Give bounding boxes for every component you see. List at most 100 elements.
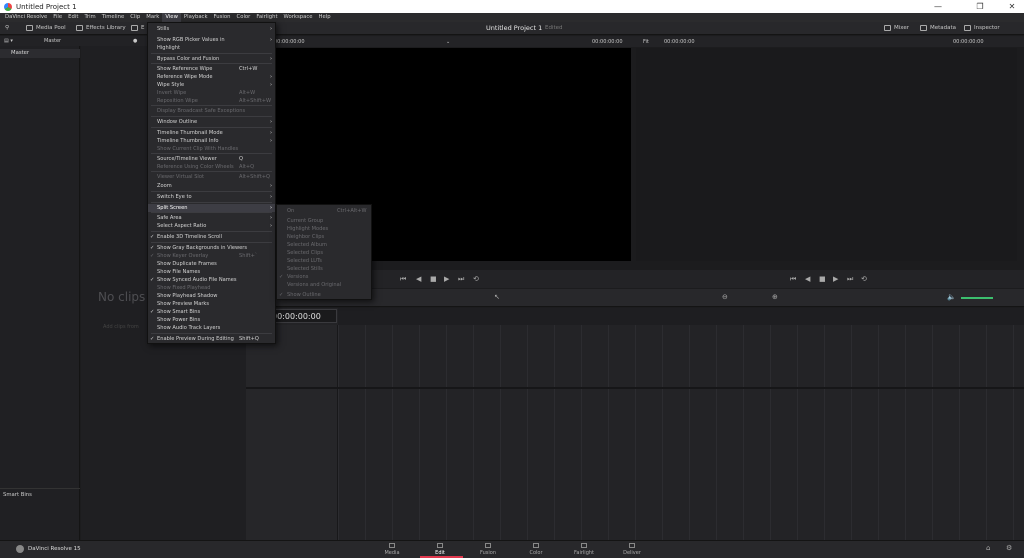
view-menu-item-timeline-thumbnail-mode[interactable]: Timeline Thumbnail Mode › (148, 129, 275, 137)
mixer-button[interactable]: Mixer (884, 22, 909, 35)
media-pool-button[interactable]: Media Pool (26, 22, 66, 35)
audio-volume-icon[interactable]: 🔈 (947, 293, 956, 301)
inspector-button[interactable]: Inspector (964, 22, 1000, 35)
view-menu-item-timeline-thumbnail-info[interactable]: Timeline Thumbnail Info › (148, 137, 275, 145)
menu-mark[interactable]: Mark (143, 13, 162, 22)
view-menu-item-show-power-bins[interactable]: Show Power Bins (148, 316, 275, 324)
view-menu-item-bypass-color-and-fusion[interactable]: Bypass Color and Fusion › (148, 55, 275, 63)
view-menu-item-switch-eye-to[interactable]: Switch Eye to › (148, 193, 275, 201)
bin-master[interactable]: Master (0, 49, 80, 58)
timeline-viewer[interactable] (636, 48, 1017, 261)
menu-timeline[interactable]: Timeline (99, 13, 128, 22)
view-menu-item-split-screen[interactable]: Split Screen › (148, 204, 275, 212)
view-menu-item-show-audio-track-layers[interactable]: Show Audio Track Layers (148, 324, 275, 332)
view-menu-item-reference-wipe-mode[interactable]: Reference Wipe Mode › (148, 73, 275, 81)
menu-view[interactable]: View (162, 13, 181, 22)
menu-clip[interactable]: Clip (127, 13, 143, 22)
menu-edit[interactable]: Edit (65, 13, 81, 22)
view-menu-item-safe-area[interactable]: Safe Area › (148, 214, 275, 222)
menu-item-label: Show Audio Track Layers (157, 325, 221, 331)
home-icon[interactable]: ⌂ (986, 544, 990, 552)
view-menu-item-show-rgb-picker-values-in[interactable]: Show RGB Picker Values in › (148, 36, 275, 44)
menu-davinci[interactable]: DaVinci Resolve (2, 13, 50, 22)
tl-skip-forward-icon[interactable]: ⏭ (847, 275, 853, 284)
view-menu-item-enable-preview-during-editing[interactable]: ✓ Enable Preview During Editing Shift+Q (148, 335, 275, 343)
tl-loop-icon[interactable]: ⟲ (861, 275, 867, 283)
zoom-out-icon[interactable]: ⊖ (722, 293, 728, 301)
view-menu-item-select-aspect-ratio[interactable]: Select Aspect Ratio › (148, 222, 275, 230)
menu-fairlight[interactable]: Fairlight (253, 13, 280, 22)
view-menu-item-show-preview-marks[interactable]: Show Preview Marks (148, 300, 275, 308)
menu-file[interactable]: File (50, 13, 65, 22)
view-menu-item-source-timeline-viewer[interactable]: Source/Timeline Viewer Q (148, 155, 275, 163)
play-reverse-icon[interactable]: ◀ (416, 275, 421, 283)
view-menu-item-highlight[interactable]: Highlight (148, 44, 275, 52)
zoom-in-icon[interactable]: ⊕ (772, 293, 778, 301)
minimize-button[interactable]: — (926, 0, 950, 13)
menu-item-label: Safe Area (157, 215, 182, 221)
page-media[interactable]: Media (372, 543, 412, 556)
tl-play-icon[interactable]: ▶ (833, 275, 838, 283)
metadata-button[interactable]: Metadata (920, 22, 956, 35)
video-audio-divider[interactable] (246, 387, 1024, 389)
page-fairlight[interactable]: Fairlight (564, 543, 604, 556)
menu-workspace[interactable]: Workspace (281, 13, 316, 22)
edit-index-button[interactable]: E (131, 22, 144, 35)
view-menu-item-show-duplicate-frames[interactable]: Show Duplicate Frames (148, 260, 275, 268)
view-menu-item-show-smart-bins[interactable]: ✓ Show Smart Bins (148, 308, 275, 316)
settings-gear-icon[interactable]: ⚙ (1006, 544, 1012, 552)
submenu-arrow-icon: › (269, 194, 272, 200)
smart-bins-header[interactable]: Smart Bins (0, 488, 80, 498)
play-icon[interactable]: ▶ (444, 275, 449, 283)
menu-fusion[interactable]: Fusion (211, 13, 234, 22)
timeline-tracks[interactable] (338, 325, 1024, 540)
timeline-ruler[interactable] (338, 308, 1024, 325)
loop-icon[interactable]: ⟲ (473, 275, 479, 283)
menu-item-label: Timeline Thumbnail Info (157, 138, 219, 144)
list-view-icon[interactable]: ▤ ▾ (4, 36, 13, 46)
view-menu-item-zoom[interactable]: Zoom › (148, 182, 275, 190)
menu-item-label: Timeline Thumbnail Mode (157, 130, 223, 136)
view-menu-item-enable-3d-timeline-scroll[interactable]: ✓ Enable 3D Timeline Scroll (148, 233, 275, 241)
submenu-arrow-icon: › (269, 130, 272, 136)
skip-forward-icon[interactable]: ⏭ (458, 275, 464, 284)
view-menu-item-show-reference-wipe[interactable]: Show Reference Wipe Ctrl+W (148, 65, 275, 73)
menu-trim[interactable]: Trim (81, 13, 98, 22)
close-button[interactable]: ✕ (1000, 0, 1024, 13)
view-menu-item-stills[interactable]: Stills › (148, 25, 275, 33)
resolve-logo-icon (16, 544, 24, 553)
view-menu-item-show-playhead-shadow[interactable]: Show Playhead Shadow (148, 292, 275, 300)
view-menu-item-show-file-names[interactable]: Show File Names (148, 268, 275, 276)
menu-color[interactable]: Color (234, 13, 254, 22)
split-menu-item-on: On Ctrl+Alt+W (277, 207, 371, 215)
menu-item-label: Show Duplicate Frames (157, 261, 217, 267)
panel-toggle-icon[interactable]: ⚲ (5, 22, 9, 35)
tl-skip-back-icon[interactable]: ⏮ (790, 275, 796, 284)
page-fusion[interactable]: Fusion (468, 543, 508, 556)
menu-item-shortcut: Q (239, 156, 244, 162)
skip-back-icon[interactable]: ⏮ (400, 275, 406, 284)
tl-stop-icon[interactable]: ■ (819, 275, 826, 283)
page-deliver[interactable]: Deliver (612, 543, 652, 556)
edit-page-icon (437, 543, 443, 548)
fit-dropdown[interactable]: Fit (643, 39, 649, 45)
tl-play-reverse-icon[interactable]: ◀ (805, 275, 810, 283)
view-menu-item-show-synced-audio-file-names[interactable]: ✓ Show Synced Audio File Names (148, 276, 275, 284)
menu-item-label: Window Outline (157, 119, 198, 125)
menu-playback[interactable]: Playback (181, 13, 211, 22)
menu-help[interactable]: Help (316, 13, 334, 22)
view-menu-item-show-gray-backgrounds-in-viewers[interactable]: ✓ Show Gray Backgrounds in Viewers (148, 244, 275, 252)
thumb-size-slider[interactable]: ● (133, 36, 137, 46)
page-edit[interactable]: Edit (420, 543, 460, 556)
page-color[interactable]: Color (516, 543, 556, 556)
volume-slider[interactable] (961, 297, 993, 299)
effects-library-button[interactable]: Effects Library (76, 22, 126, 35)
chevron-down-icon[interactable]: ⌄ (446, 39, 450, 45)
stop-icon[interactable]: ■ (430, 275, 437, 283)
view-menu-item-wipe-style[interactable]: Wipe Style › (148, 81, 275, 89)
view-menu-item-window-outline[interactable]: Window Outline › (148, 118, 275, 126)
maximize-button[interactable]: ❐ (968, 0, 992, 13)
menu-item-label: Neighbor Clips (287, 234, 325, 240)
media-page-icon (389, 543, 395, 548)
selection-tool-icon[interactable]: ↖ (494, 293, 500, 301)
